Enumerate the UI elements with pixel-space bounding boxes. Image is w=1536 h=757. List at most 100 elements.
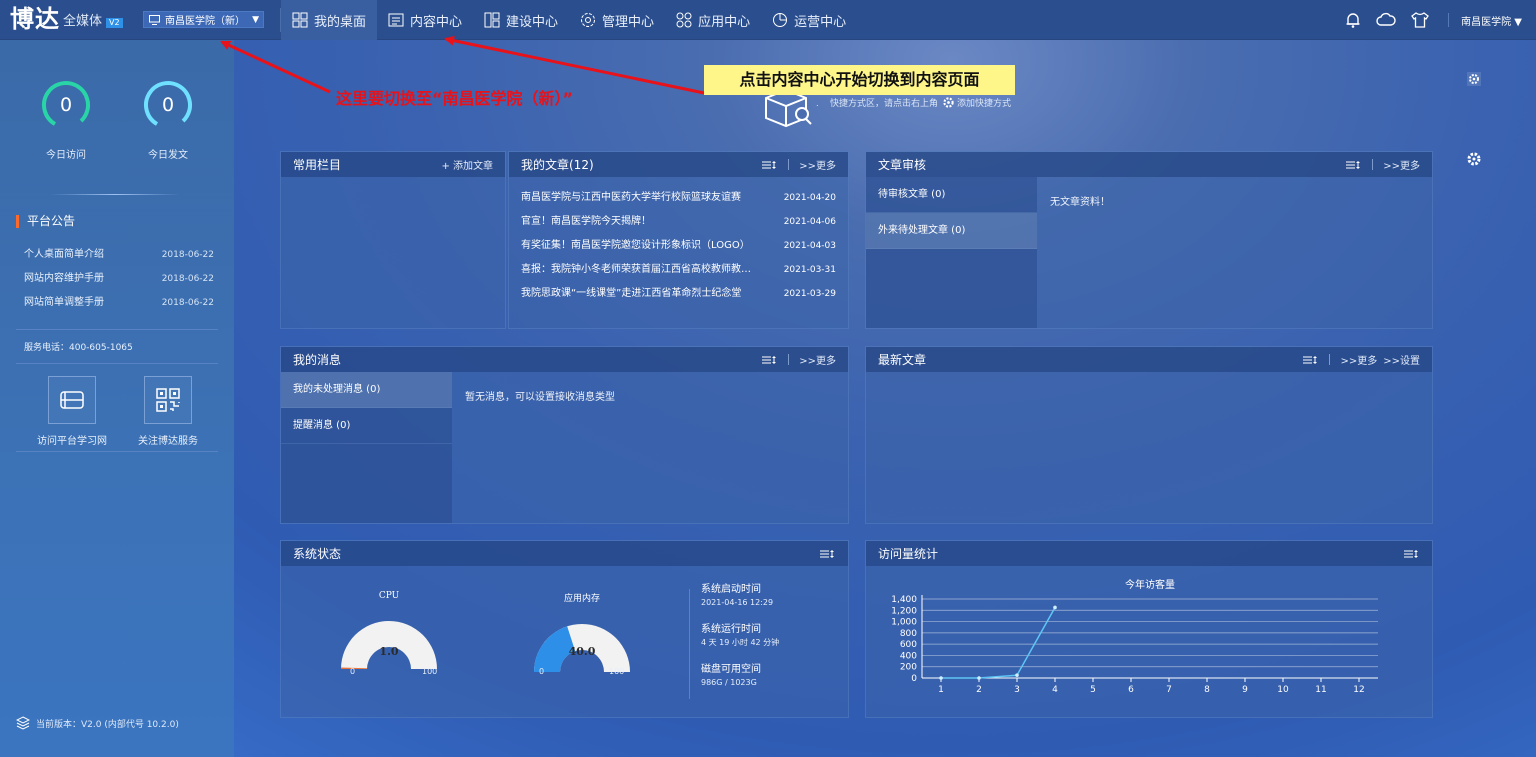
shirt-icon[interactable]: [1410, 12, 1430, 28]
cloud-icon[interactable]: [1376, 12, 1396, 28]
quick-link-learning[interactable]: 访问平台学习网: [30, 376, 114, 447]
visits-ring: 0: [41, 80, 91, 130]
tab-reminder-messages[interactable]: 提醒消息 (0): [281, 408, 452, 444]
gauge-value: 40.0: [568, 645, 596, 658]
cpu-gauge-arc: [340, 621, 437, 669]
data-point: [977, 676, 981, 680]
message-tabs: 我的未处理消息 (0) 提醒消息 (0): [281, 372, 452, 523]
shortcut-settings-gear-icon[interactable]: [1467, 72, 1481, 89]
tab-pending-review[interactable]: 待审核文章 (0): [866, 177, 1037, 213]
school-selector-label: 南昌医学院（新）: [165, 16, 245, 27]
shortcut-hint: 快捷方式区，请点击右上角 添加快捷方式: [830, 96, 1011, 109]
article-row[interactable]: 南昌医学院与江西中医药大学举行校际篮球友谊赛 2021-04-20: [509, 186, 848, 210]
bell-icon[interactable]: [1344, 11, 1362, 29]
nav-label: 建设中心: [506, 14, 559, 30]
article-list: 南昌医学院与江西中医药大学举行校际篮球友谊赛 2021-04-20 官宣！南昌医学…: [509, 177, 848, 306]
main-nav: 我的桌面 内容中心 建设中心 管理中心 应用中心 运营中心: [281, 0, 857, 40]
sort-icon[interactable]: [820, 549, 836, 559]
sort-icon[interactable]: [762, 160, 778, 170]
shortcut-hint-suffix: 添加快捷方式: [957, 99, 1012, 109]
notice-item[interactable]: 网站简单调整手册 2018-06-22: [24, 294, 214, 318]
tab-unprocessed-messages[interactable]: 我的未处理消息 (0): [281, 372, 452, 408]
article-title: 我院思政课“一线课堂”走进江西省革命烈士纪念堂: [521, 288, 742, 299]
sort-icon[interactable]: [1404, 549, 1420, 559]
user-name: 南昌医学院: [1461, 16, 1512, 28]
service-phone: 服务电话：400-605-1065: [24, 343, 133, 353]
arrow-to-school-selector: [220, 40, 331, 94]
quick-link-follow[interactable]: 关注博达服务: [126, 376, 210, 447]
sort-icon[interactable]: [762, 355, 778, 365]
start-time-label: 系统启动时间: [701, 584, 761, 595]
data-point: [1015, 673, 1019, 677]
layers-icon: [16, 716, 30, 730]
sort-icon[interactable]: [1303, 355, 1319, 365]
logo-main-text: 博达: [10, 5, 60, 33]
chevron-down-icon: ▼: [252, 14, 259, 25]
nav-operation-center[interactable]: 运营中心: [761, 0, 857, 40]
add-article-link[interactable]: + 添加文章: [441, 157, 493, 172]
brand-logo[interactable]: 博达 全媒体 V2: [10, 6, 123, 32]
panel-title: 最新文章: [878, 353, 927, 367]
x-tick-label: 2: [976, 685, 982, 695]
notice-title-text: 个人桌面简单介绍: [24, 249, 104, 260]
divider: [50, 194, 180, 195]
nav-my-desktop[interactable]: 我的桌面: [281, 0, 378, 40]
nav-build-center[interactable]: 建设中心: [473, 0, 569, 40]
more-link[interactable]: >>更多: [1340, 352, 1377, 367]
more-link[interactable]: >>更多: [799, 157, 836, 172]
notice-item[interactable]: 网站内容维护手册 2018-06-22: [24, 270, 214, 294]
document-icon: [388, 13, 404, 27]
settings-link[interactable]: >>设置: [1383, 352, 1420, 367]
review-tabs: 待审核文章 (0) 外来待处理文章 (0): [866, 177, 1037, 328]
nav-label: 应用中心: [698, 14, 751, 30]
article-row[interactable]: 有奖征集！南昌医学院邀您设计形象标识（LOGO） 2021-04-03: [509, 234, 848, 258]
x-tick-label: 12: [1353, 685, 1364, 695]
article-row[interactable]: 我院思政课“一线课堂”走进江西省革命烈士纪念堂 2021-03-29: [509, 282, 848, 306]
article-row[interactable]: 官宣！南昌医学院今天揭牌！ 2021-04-06: [509, 210, 848, 234]
series-line: [941, 607, 1056, 679]
memory-gauge-arc: [534, 624, 630, 672]
sidebar: 0 今日访问 0 今日发文 平台公告 个人桌面简单介绍 2018-06-22 网站…: [0, 40, 234, 757]
article-title: 喜报：我院钟小冬老师荣获首届江西省高校教师教学…: [521, 264, 756, 275]
disk-value: 986G / 1023G: [701, 678, 757, 687]
logo-sub-text: 全媒体: [63, 14, 103, 29]
book-icon: [48, 376, 96, 424]
visits-value: 0: [59, 94, 73, 116]
panel-header: 我的文章(12) >>更多: [509, 152, 848, 177]
notice-item[interactable]: 个人桌面简单介绍 2018-06-22: [24, 246, 214, 270]
grid-icon: [292, 12, 308, 28]
more-link[interactable]: >>更多: [1383, 157, 1420, 172]
tab-external-pending[interactable]: 外来待处理文章 (0): [866, 213, 1037, 249]
disk-label: 磁盘可用空间: [701, 664, 761, 675]
panel-title: 我的文章(12): [521, 158, 594, 172]
cpu-gauge: CPU 1.0 0 100: [334, 591, 444, 676]
x-tick-label: 6: [1128, 685, 1134, 695]
layout-settings-gear-icon[interactable]: [1466, 151, 1482, 170]
panel-header: 常用栏目 + 添加文章: [281, 152, 505, 177]
more-link[interactable]: >>更多: [799, 352, 836, 367]
divider: [689, 589, 690, 699]
gauge-min: 0: [350, 667, 356, 676]
start-time-value: 2021-04-16 12:29: [701, 598, 774, 607]
divider: [16, 329, 218, 330]
version-text: 当前版本：V2.0 (内部代号 10.2.0): [36, 719, 179, 730]
nav-content-center[interactable]: 内容中心: [377, 0, 473, 40]
article-title: 有奖征集！南昌医学院邀您设计形象标识（LOGO）: [521, 240, 750, 251]
today-posts-stat: 0 今日发文: [128, 80, 208, 161]
nav-label: 管理中心: [602, 14, 655, 30]
user-menu[interactable]: 南昌医学院 ▼: [1461, 13, 1522, 28]
quick-link-label: 关注博达服务: [138, 436, 198, 447]
x-tick-label: 1: [938, 685, 944, 695]
nav-label: 运营中心: [794, 14, 847, 30]
gauge-max: 100: [609, 667, 625, 676]
gear-icon: [943, 97, 954, 108]
toolbar-divider: [1448, 13, 1450, 27]
sort-icon[interactable]: [1346, 160, 1362, 170]
top-bar: 博达 全媒体 V2 南昌医学院（新） ▼ 我的桌面 内容中心 建设中心 管理中心…: [0, 0, 1536, 40]
system-info: 系统启动时间 2021-04-16 12:29 系统运行时间 4 天 19 小时…: [701, 583, 779, 703]
article-row[interactable]: 喜报：我院钟小冬老师荣获首届江西省高校教师教学… 2021-03-31: [509, 258, 848, 282]
nav-manage-center[interactable]: 管理中心: [569, 0, 665, 40]
nav-app-center[interactable]: 应用中心: [665, 0, 761, 40]
school-selector[interactable]: 南昌医学院（新） ▼: [143, 11, 264, 28]
panel-title: 常用栏目: [293, 158, 342, 172]
